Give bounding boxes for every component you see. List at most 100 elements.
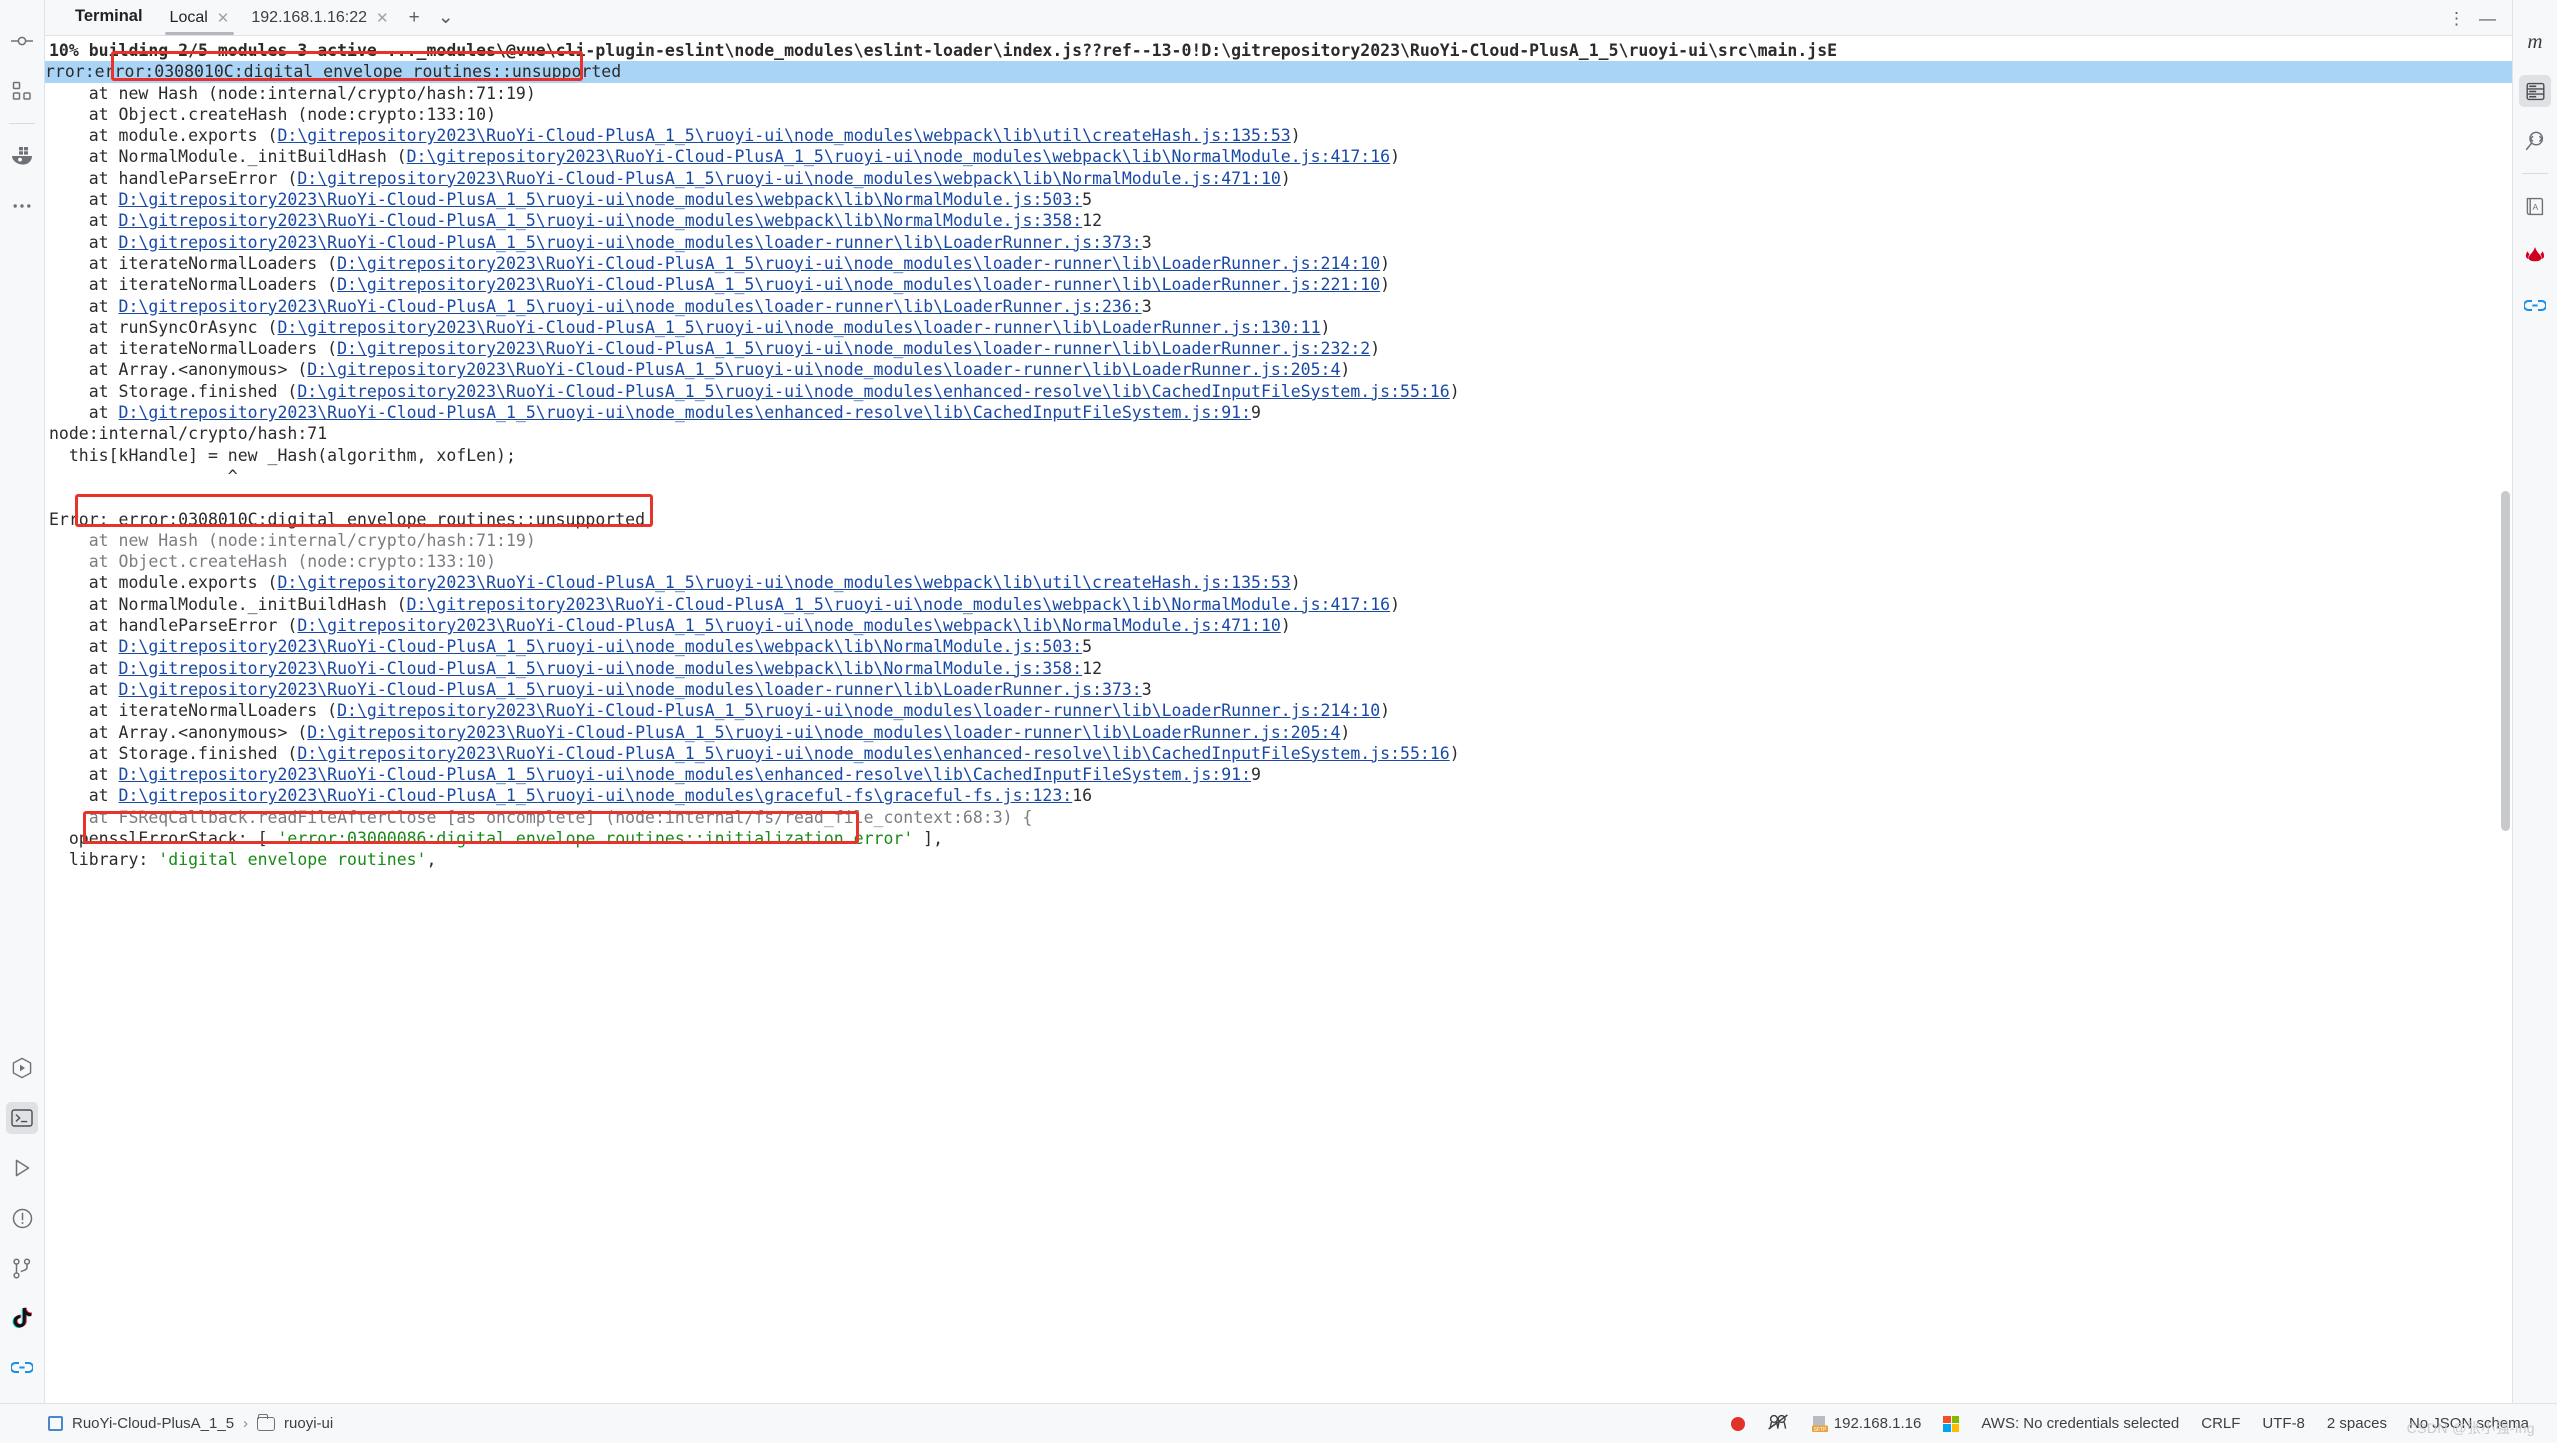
terminal-tool-window: Terminal Local ✕ 192.168.1.16:22 ✕ + ⌄ ⋮… bbox=[45, 0, 2512, 1403]
terminal-line: this[kHandle] = new _Hash(algorithm, xof… bbox=[49, 445, 516, 465]
stack-trace-link[interactable]: D:\gitrepository2023\RuoYi-Cloud-PlusA_1… bbox=[297, 382, 1449, 401]
folder-icon bbox=[257, 1413, 276, 1431]
terminal-line: at Object.createHash (node:crypto:133:10… bbox=[49, 104, 497, 124]
no-edit-icon[interactable] bbox=[1767, 1413, 1789, 1434]
terminal-line: Error: error:0308010C:digital envelope r… bbox=[49, 509, 646, 529]
terminal-tab-local[interactable]: Local ✕ bbox=[159, 9, 241, 35]
sftp-host[interactable]: SFTP 192.168.1.16 bbox=[1811, 1415, 1922, 1433]
stack-trace-link[interactable]: D:\gitrepository2023\RuoYi-Cloud-PlusA_1… bbox=[277, 573, 1290, 592]
stack-trace-link[interactable]: D:\gitrepository2023\RuoYi-Cloud-PlusA_1… bbox=[119, 233, 1142, 252]
stack-trace-link[interactable]: D:\gitrepository2023\RuoYi-Cloud-PlusA_1… bbox=[297, 744, 1449, 763]
breadcrumb-folder[interactable]: ruoyi-ui bbox=[284, 1415, 333, 1432]
line-separator-status[interactable]: CRLF bbox=[2201, 1415, 2240, 1432]
terminal-line: at D:\gitrepository2023\RuoYi-Cloud-Plus… bbox=[49, 765, 1261, 785]
close-icon[interactable]: ✕ bbox=[217, 11, 230, 26]
git-branch-icon[interactable] bbox=[6, 1252, 38, 1284]
stack-trace-link[interactable]: D:\gitrepository2023\RuoYi-Cloud-PlusA_1… bbox=[119, 659, 1083, 678]
ide-window: Terminal Local ✕ 192.168.1.16:22 ✕ + ⌄ ⋮… bbox=[0, 0, 2557, 1443]
commit-icon[interactable] bbox=[6, 25, 38, 57]
stack-trace-link[interactable]: D:\gitrepository2023\RuoYi-Cloud-PlusA_1… bbox=[407, 147, 1390, 166]
stack-trace-link[interactable]: D:\gitrepository2023\RuoYi-Cloud-PlusA_1… bbox=[337, 254, 1380, 273]
terminal-line: at D:\gitrepository2023\RuoYi-Cloud-Plus… bbox=[49, 211, 1103, 231]
close-icon[interactable]: ✕ bbox=[376, 11, 389, 26]
stack-trace-link[interactable]: D:\gitrepository2023\RuoYi-Cloud-PlusA_1… bbox=[119, 765, 1251, 784]
maven-icon[interactable]: m bbox=[2519, 25, 2551, 57]
tab-label: 192.168.1.16:22 bbox=[251, 9, 368, 26]
terminal-line: at iterateNormalLoaders (D:\gitrepositor… bbox=[49, 253, 1391, 273]
minimize-icon[interactable]: — bbox=[2473, 10, 2502, 27]
terminal-line: at Storage.finished (D:\gitrepository202… bbox=[49, 743, 1460, 763]
stack-trace-link[interactable]: D:\gitrepository2023\RuoYi-Cloud-PlusA_1… bbox=[119, 190, 1083, 209]
terminal-line: at iterateNormalLoaders (D:\gitrepositor… bbox=[49, 701, 1391, 721]
stack-trace-link[interactable]: D:\gitrepository2023\RuoYi-Cloud-PlusA_1… bbox=[119, 211, 1083, 230]
new-tab-button[interactable]: + bbox=[400, 8, 429, 35]
stack-trace-link[interactable]: D:\gitrepository2023\RuoYi-Cloud-PlusA_1… bbox=[337, 339, 1370, 358]
scrollbar-thumb[interactable] bbox=[2501, 491, 2510, 831]
stack-trace-link[interactable]: D:\gitrepository2023\RuoYi-Cloud-PlusA_1… bbox=[337, 701, 1380, 720]
stack-trace-link[interactable]: D:\gitrepository2023\RuoYi-Cloud-PlusA_1… bbox=[307, 360, 1340, 379]
link-icon[interactable] bbox=[6, 1352, 38, 1384]
stack-trace-link[interactable]: D:\gitrepository2023\RuoYi-Cloud-PlusA_1… bbox=[119, 680, 1142, 699]
code-search-icon[interactable] bbox=[2519, 125, 2551, 157]
stack-trace-link[interactable]: D:\gitrepository2023\RuoYi-Cloud-PlusA_1… bbox=[119, 403, 1251, 422]
run-icon[interactable] bbox=[6, 1152, 38, 1184]
terminal-scrollbar[interactable] bbox=[2499, 36, 2512, 1403]
stack-trace-link[interactable]: D:\gitrepository2023\RuoYi-Cloud-PlusA_1… bbox=[297, 169, 1280, 188]
encoding-status[interactable]: UTF-8 bbox=[2262, 1415, 2305, 1432]
status-bar: RuoYi-Cloud-PlusA_1_5 › ruoyi-ui SFTP 19… bbox=[0, 1403, 2557, 1443]
terminal-line: ^ bbox=[49, 466, 238, 486]
stack-trace-link[interactable]: D:\gitrepository2023\RuoYi-Cloud-PlusA_1… bbox=[119, 297, 1142, 316]
right-tool-rail: m A bbox=[2512, 0, 2557, 1403]
sftp-icon: SFTP bbox=[1811, 1415, 1828, 1432]
terminal-line: rror:error:0308010C:digital envelope rou… bbox=[45, 61, 2512, 83]
terminal-tab-ssh[interactable]: 192.168.1.16:22 ✕ bbox=[240, 9, 399, 35]
breadcrumb-separator: › bbox=[243, 1415, 249, 1432]
terminal-output-area[interactable]: 10% building 2/5 modules 3 active ..._mo… bbox=[45, 36, 2512, 1403]
chevron-down-icon[interactable]: ⌄ bbox=[429, 8, 463, 35]
terminal-line: at Array.<anonymous> (D:\gitrepository20… bbox=[49, 360, 1351, 380]
terminal-line: at iterateNormalLoaders (D:\gitrepositor… bbox=[49, 339, 1381, 359]
database-icon[interactable] bbox=[2519, 75, 2551, 107]
terminal-icon[interactable] bbox=[6, 1102, 38, 1134]
sftp-host-label: 192.168.1.16 bbox=[1833, 1415, 1922, 1432]
terminal-line: at Object.createHash (node:crypto:133:10… bbox=[49, 552, 497, 572]
huawei-icon[interactable] bbox=[2519, 240, 2551, 272]
run-anything-icon[interactable] bbox=[6, 1052, 38, 1084]
more-tool-windows-icon[interactable] bbox=[6, 190, 38, 222]
stack-trace-link[interactable]: D:\gitrepository2023\RuoYi-Cloud-PlusA_1… bbox=[407, 595, 1390, 614]
microsoft-icon[interactable] bbox=[1943, 1415, 1960, 1432]
terminal-line: at NormalModule._initBuildHash (D:\gitre… bbox=[49, 147, 1401, 167]
tiktok-icon[interactable] bbox=[6, 1302, 38, 1334]
stack-trace-link[interactable]: D:\gitrepository2023\RuoYi-Cloud-PlusA_1… bbox=[277, 126, 1290, 145]
stack-trace-link[interactable]: D:\gitrepository2023\RuoYi-Cloud-PlusA_1… bbox=[277, 318, 1320, 337]
left-tool-rail bbox=[0, 0, 45, 1403]
stack-trace-link[interactable]: D:\gitrepository2023\RuoYi-Cloud-PlusA_1… bbox=[297, 616, 1280, 635]
dictionary-icon[interactable]: A bbox=[2519, 190, 2551, 222]
options-icon[interactable]: ⋮ bbox=[2442, 10, 2471, 27]
project-icon bbox=[48, 1416, 63, 1431]
stack-trace-link[interactable]: D:\gitrepository2023\RuoYi-Cloud-PlusA_1… bbox=[119, 786, 1073, 805]
link-icon[interactable] bbox=[2519, 290, 2551, 322]
docker-icon[interactable] bbox=[6, 140, 38, 172]
terminal-line: node:internal/crypto/hash:71 bbox=[49, 424, 328, 444]
problems-icon[interactable] bbox=[6, 1202, 38, 1234]
terminal-line: at D:\gitrepository2023\RuoYi-Cloud-Plus… bbox=[49, 658, 1103, 678]
terminal-text[interactable]: 10% building 2/5 modules 3 active ..._mo… bbox=[45, 36, 2512, 1403]
stack-trace-link[interactable]: D:\gitrepository2023\RuoYi-Cloud-PlusA_1… bbox=[307, 723, 1340, 742]
terminal-line: at D:\gitrepository2023\RuoYi-Cloud-Plus… bbox=[49, 637, 1093, 657]
stack-trace-link[interactable]: D:\gitrepository2023\RuoYi-Cloud-PlusA_1… bbox=[119, 637, 1083, 656]
recording-indicator-icon[interactable] bbox=[1730, 1416, 1745, 1431]
terminal-line: opensslErrorStack: [ 'error:03000086:dig… bbox=[49, 828, 944, 848]
terminal-line: at D:\gitrepository2023\RuoYi-Cloud-Plus… bbox=[49, 232, 1152, 252]
aws-credentials-status[interactable]: AWS: No credentials selected bbox=[1981, 1415, 2179, 1432]
main-body: Terminal Local ✕ 192.168.1.16:22 ✕ + ⌄ ⋮… bbox=[0, 0, 2557, 1403]
breadcrumb-project[interactable]: RuoYi-Cloud-PlusA_1_5 bbox=[72, 1415, 234, 1432]
terminal-line: at module.exports (D:\gitrepository2023\… bbox=[49, 573, 1301, 593]
structure-icon[interactable] bbox=[6, 75, 38, 107]
tool-window-title: Terminal bbox=[75, 7, 143, 25]
rail-divider bbox=[9, 123, 35, 124]
terminal-line: at runSyncOrAsync (D:\gitrepository2023\… bbox=[49, 317, 1331, 337]
indent-status[interactable]: 2 spaces bbox=[2327, 1415, 2387, 1432]
terminal-line: at module.exports (D:\gitrepository2023\… bbox=[49, 126, 1301, 146]
stack-trace-link[interactable]: D:\gitrepository2023\RuoYi-Cloud-PlusA_1… bbox=[337, 275, 1380, 294]
